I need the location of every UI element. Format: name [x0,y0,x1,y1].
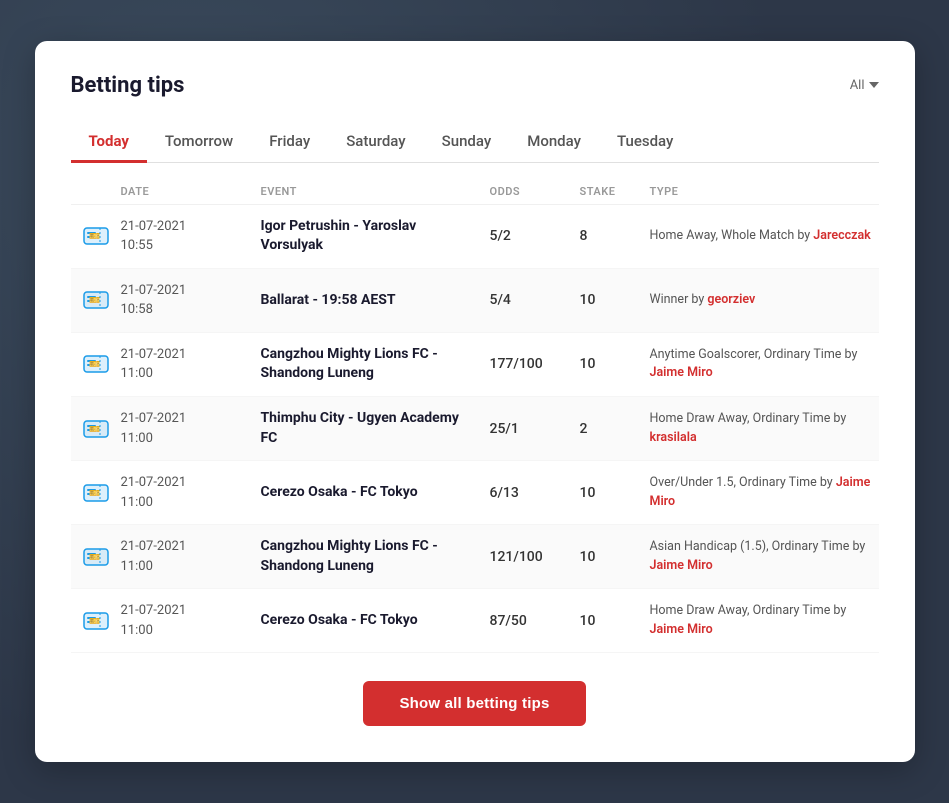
table-row: 🎫 21-07-202110:58 Ballarat - 19:58 AEST … [71,269,879,333]
ticket-icon: 🎫 [71,479,121,507]
stake-cell: 2 [580,421,650,437]
svg-text:🎫: 🎫 [89,359,100,369]
odds-cell: 121/100 [490,549,580,565]
odds-cell: 5/2 [490,228,580,244]
author-name: Jaime Miro [650,365,713,380]
tab-tuesday[interactable]: Tuesday [599,122,691,163]
stake-cell: 10 [580,356,650,372]
header-event: EVENT [261,185,490,198]
tab-sunday[interactable]: Sunday [424,122,510,163]
odds-cell: 25/1 [490,421,580,437]
date-cell: 21-07-202111:00 [121,537,261,576]
filter-dropdown[interactable]: All [850,78,879,93]
header-type: TYPE [650,185,879,198]
chevron-down-icon [869,82,879,88]
type-cell: Home Draw Away, Ordinary Time by krasila… [650,410,879,448]
ticket-icon: 🎫 [71,286,121,314]
date-cell: 21-07-202110:58 [121,281,261,320]
author-name: georziev [707,292,755,307]
table-body: 🎫 21-07-202110:55 Igor Petrushin - Yaros… [71,205,879,654]
show-all-button[interactable]: Show all betting tips [363,681,585,726]
date-cell: 21-07-202111:00 [121,473,261,512]
ticket-icon: 🎫 [71,415,121,443]
odds-cell: 6/13 [490,485,580,501]
ticket-icon: 🎫 [71,222,121,250]
tab-monday[interactable]: Monday [509,122,599,163]
table-row: 🎫 21-07-202111:00 Thimphu City - Ugyen A… [71,397,879,461]
author-name: Jaime Miro [650,558,713,573]
event-cell: Thimphu City - Ugyen Academy FC [261,409,490,448]
stake-cell: 10 [580,485,650,501]
odds-cell: 87/50 [490,613,580,629]
ticket-icon: 🎫 [71,543,121,571]
card-header: Betting tips All [71,73,879,98]
header-stake: STAKE [580,185,650,198]
odds-cell: 5/4 [490,292,580,308]
ticket-icon: 🎫 [71,350,121,378]
event-cell: Cerezo Osaka - FC Tokyo [261,611,490,631]
filter-label: All [850,78,865,93]
stake-cell: 8 [580,228,650,244]
tab-friday[interactable]: Friday [251,122,328,163]
date-cell: 21-07-202111:00 [121,345,261,384]
tab-today[interactable]: Today [71,122,147,163]
svg-text:🎫: 🎫 [89,616,100,626]
type-cell: Anytime Goalscorer, Ordinary Time by Jai… [650,346,879,384]
svg-text:🎫: 🎫 [89,231,100,241]
table-header: DATE EVENT ODDS STAKE TYPE [71,179,879,205]
date-cell: 21-07-202111:00 [121,601,261,640]
author-name: Jarecczak [813,228,870,243]
tab-bar: Today Tomorrow Friday Saturday Sunday Mo… [71,122,879,163]
type-cell: Winner by georziev [650,291,879,310]
card-title: Betting tips [71,73,185,98]
type-cell: Home Draw Away, Ordinary Time by Jaime M… [650,602,879,640]
author-name: krasilala [650,430,697,445]
table-row: 🎫 21-07-202111:00 Cangzhou Mighty Lions … [71,525,879,589]
table-row: 🎫 21-07-202111:00 Cangzhou Mighty Lions … [71,333,879,397]
header-odds: ODDS [490,185,580,198]
event-cell: Ballarat - 19:58 AEST [261,291,490,311]
svg-text:🎫: 🎫 [89,295,100,305]
event-cell: Cerezo Osaka - FC Tokyo [261,483,490,503]
stake-cell: 10 [580,549,650,565]
svg-text:🎫: 🎫 [89,552,100,562]
author-name: Jaime Miro [650,475,871,509]
type-cell: Asian Handicap (1.5), Ordinary Time by J… [650,538,879,576]
table-row: 🎫 21-07-202111:00 Cerezo Osaka - FC Toky… [71,461,879,525]
stake-cell: 10 [580,613,650,629]
table-row: 🎫 21-07-202110:55 Igor Petrushin - Yaros… [71,205,879,269]
odds-cell: 177/100 [490,356,580,372]
event-cell: Igor Petrushin - Yaroslav Vorsulyak [261,217,490,256]
table-row: 🎫 21-07-202111:00 Cerezo Osaka - FC Toky… [71,589,879,653]
svg-text:🎫: 🎫 [89,488,100,498]
event-cell: Cangzhou Mighty Lions FC - Shandong Lune… [261,537,490,576]
author-name: Jaime Miro [650,622,713,637]
tab-tomorrow[interactable]: Tomorrow [147,122,251,163]
svg-text:🎫: 🎫 [89,424,100,434]
ticket-icon: 🎫 [71,607,121,635]
header-date: DATE [121,185,261,198]
stake-cell: 10 [580,292,650,308]
event-cell: Cangzhou Mighty Lions FC - Shandong Lune… [261,345,490,384]
date-cell: 21-07-202111:00 [121,409,261,448]
date-cell: 21-07-202110:55 [121,217,261,256]
tab-saturday[interactable]: Saturday [328,122,423,163]
betting-tips-card: Betting tips All Today Tomorrow Friday S… [35,41,915,763]
type-cell: Over/Under 1.5, Ordinary Time by Jaime M… [650,474,879,512]
type-cell: Home Away, Whole Match by Jarecczak [650,227,879,246]
